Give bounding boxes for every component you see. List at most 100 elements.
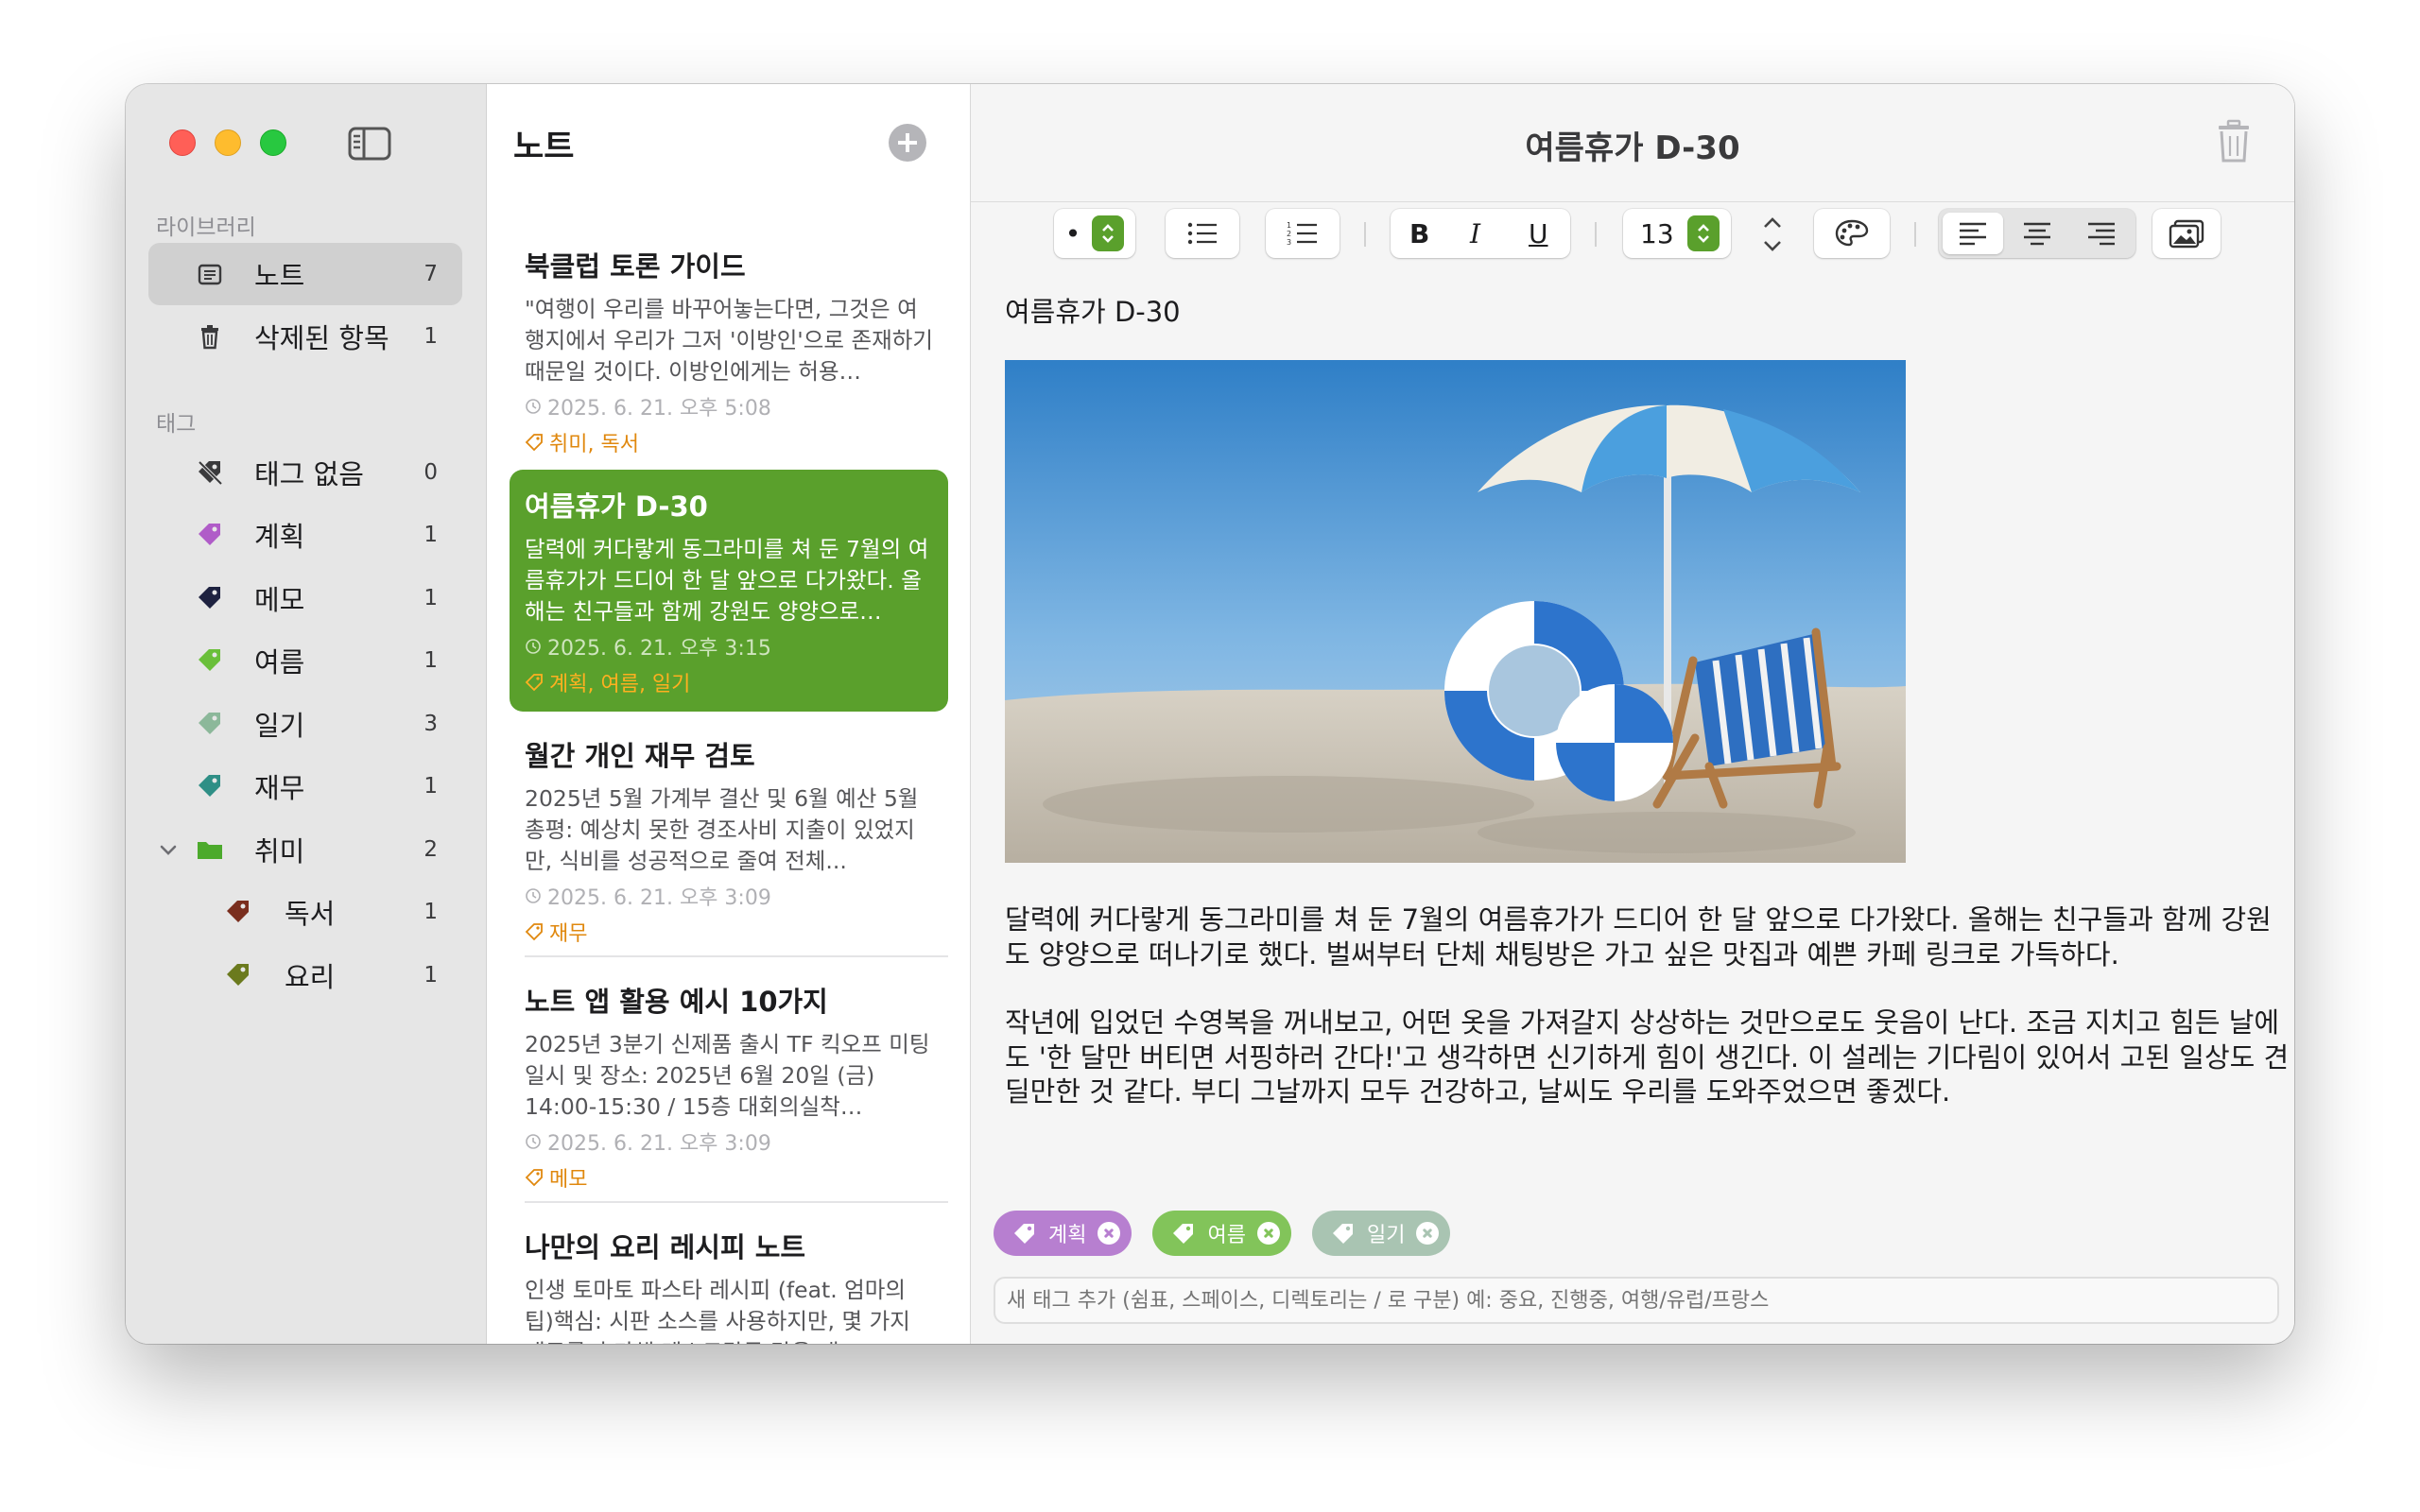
sidebar-item-tag-diary[interactable]: 일기 3 xyxy=(148,693,462,755)
chevron-down-icon[interactable] xyxy=(158,839,179,860)
note-tags-text: 계획, 여름, 일기 xyxy=(549,673,691,696)
beach-image[interactable] xyxy=(1005,360,1906,863)
note-list: 노트 북클럽 토론 가이드 "여행이 우리를 바꾸어놓는다면, 그것은 여행지에… xyxy=(487,84,971,1344)
sidebar-item-label: 독서 xyxy=(285,898,336,930)
sidebar-item-no-tag[interactable]: 태그 없음 0 xyxy=(148,441,462,504)
folder-icon xyxy=(198,842,222,859)
note-preview: "여행이 우리를 바꾸어놓는다면, 그것은 여행지에서 우리가 그저 '이방인'… xyxy=(525,296,933,385)
bullet-list-icon xyxy=(1187,222,1217,245)
note-item-active[interactable]: 여름휴가 D-30 달력에 커다랗게 동그라미를 쳐 둔 7월의 여름휴가가 드… xyxy=(510,470,948,712)
note-item[interactable]: 월간 개인 재무 검토 2025년 5월 가계부 결산 및 6월 예산 5월 총… xyxy=(510,719,948,947)
note-tags-text: 메모 xyxy=(549,1168,588,1192)
editor: 여름휴가 D-30 • 1 2 3 B I U 13 여름휴가 D-30 달력에… xyxy=(971,84,2294,1344)
sidebar-item-tag-reading[interactable]: 독서 1 xyxy=(148,881,462,943)
sidebar-item-notes[interactable]: 노트 7 xyxy=(148,243,462,305)
numbered-list-icon: 123 xyxy=(1287,221,1317,247)
window-controls xyxy=(169,129,286,156)
zoom-window-button[interactable] xyxy=(260,129,286,156)
numbered-list-button[interactable]: 123 xyxy=(1266,209,1340,258)
tag-chip-diary[interactable]: 일기 xyxy=(1311,1211,1451,1256)
sidebar-toggle-icon[interactable] xyxy=(347,126,392,162)
sidebar-item-tag-plan[interactable]: 계획 1 xyxy=(148,504,462,566)
toolbar-divider xyxy=(1595,222,1597,247)
tag-outline-icon xyxy=(525,434,543,452)
note-divider xyxy=(525,1201,948,1203)
tag-icon xyxy=(1173,1224,1194,1244)
toolbar-divider xyxy=(1364,222,1366,247)
close-window-button[interactable] xyxy=(169,129,196,156)
italic-button[interactable]: I xyxy=(1470,218,1480,249)
tag-chip-row: 계획 여름 일기 xyxy=(994,1211,1451,1256)
tag-chip-summer[interactable]: 여름 xyxy=(1152,1211,1291,1256)
bold-button[interactable]: B xyxy=(1409,218,1429,249)
remove-tag-icon[interactable] xyxy=(1256,1222,1280,1245)
document-body[interactable]: 달력에 커다랗게 동그라미를 쳐 둔 7월의 여름휴가가 드디어 한 달 앞으로… xyxy=(1005,902,2292,1143)
align-left-button[interactable] xyxy=(1943,213,2003,254)
sidebar-item-count: 1 xyxy=(424,324,438,349)
alignment-group xyxy=(1939,209,2135,258)
sidebar-item-tag-summer[interactable]: 여름 1 xyxy=(148,629,462,692)
sidebar-item-label: 삭제된 항목 xyxy=(254,322,389,354)
tag-icon xyxy=(227,901,249,922)
insert-image-button[interactable] xyxy=(2152,209,2221,258)
note-tags: 취미, 독서 xyxy=(525,427,933,457)
tag-icon xyxy=(199,713,220,734)
tag-chip-plan[interactable]: 계획 xyxy=(994,1211,1132,1256)
note-list-title: 노트 xyxy=(513,129,575,166)
note-title: 나만의 요리 레시피 노트 xyxy=(525,1231,806,1263)
tag-icon xyxy=(199,775,220,797)
editor-title: 여름휴가 D-30 xyxy=(1525,129,1740,167)
note-preview: 2025년 5월 가계부 결산 및 6월 예산 5월 총평: 예상치 못한 경조… xyxy=(525,785,919,874)
underline-button[interactable]: U xyxy=(1529,218,1548,249)
sidebar-item-label: 일기 xyxy=(254,710,305,742)
note-title: 노트 앱 활용 예시 10가지 xyxy=(525,986,828,1018)
clock-icon xyxy=(526,888,541,903)
tag-outline-icon xyxy=(525,674,543,692)
note-item[interactable]: 나만의 요리 레시피 노트 인생 토마토 파스타 레시피 (feat. 엄마의 … xyxy=(510,1211,948,1344)
note-date-text: 2025. 6. 21. 오후 3:09 xyxy=(547,886,771,910)
tag-chip-label: 일기 xyxy=(1366,1224,1406,1247)
note-tags: 계획, 여름, 일기 xyxy=(525,667,933,697)
sidebar-item-tag-memo[interactable]: 메모 1 xyxy=(148,567,462,629)
beach-scene-image xyxy=(1005,360,1906,863)
tag-icon xyxy=(199,587,220,609)
note-date-text: 2025. 6. 21. 오후 3:15 xyxy=(547,637,771,661)
font-size-select[interactable]: 13 xyxy=(1623,209,1731,258)
new-tag-input[interactable] xyxy=(994,1277,2279,1324)
add-note-button[interactable] xyxy=(889,124,926,162)
clock-icon xyxy=(526,639,541,654)
sidebar-item-count: 3 xyxy=(424,712,438,736)
text-color-button[interactable] xyxy=(1814,209,1890,258)
sidebar-item-count: 7 xyxy=(424,262,438,286)
editor-header: 여름휴가 D-30 xyxy=(971,84,2294,202)
align-right-button[interactable] xyxy=(2071,213,2132,254)
bullet-list-button[interactable] xyxy=(1166,209,1239,258)
sidebar-item-label: 메모 xyxy=(254,584,305,616)
align-center-button[interactable] xyxy=(2007,213,2067,254)
sidebar-item-tag-hobby[interactable]: 취미 2 xyxy=(148,818,462,881)
tag-icon xyxy=(1014,1224,1034,1244)
note-preview: 인생 토마토 파스타 레시피 (feat. 엄마의 팁)핵심: 시판 소스를 사… xyxy=(525,1277,910,1344)
stepper-icon xyxy=(1686,215,1720,251)
sidebar-item-tag-cooking[interactable]: 요리 1 xyxy=(148,944,462,1006)
sidebar-item-label: 요리 xyxy=(285,961,336,993)
align-right-icon xyxy=(2088,222,2115,246)
note-date-text: 2025. 6. 21. 오후 3:09 xyxy=(547,1132,771,1156)
sidebar-item-label: 계획 xyxy=(254,521,305,553)
library-section-label: 라이브러리 xyxy=(156,215,256,240)
sidebar-item-deleted[interactable]: 삭제된 항목 1 xyxy=(148,305,462,368)
note-item[interactable]: 노트 앱 활용 예시 10가지 2025년 3분기 신제품 출시 TF 킥오프 … xyxy=(510,965,948,1193)
document-heading: 여름휴가 D-30 xyxy=(1005,296,1181,328)
remove-tag-icon[interactable] xyxy=(1098,1222,1121,1245)
trash-icon xyxy=(201,325,218,350)
remove-tag-icon[interactable] xyxy=(1416,1222,1440,1245)
font-size-stepper-icon[interactable] xyxy=(1759,213,1786,256)
bullet-style-select[interactable]: • xyxy=(1054,209,1135,258)
minimize-window-button[interactable] xyxy=(215,129,241,156)
app-window: 라이브러리 노트 7 삭제된 항목 1 태그 태그 없음 0 계획 1 메모 1… xyxy=(126,84,2294,1344)
delete-note-icon[interactable] xyxy=(2213,118,2255,163)
toolbar-divider xyxy=(1914,222,1916,247)
font-size-value: 13 xyxy=(1640,217,1674,249)
sidebar-item-tag-finance[interactable]: 재무 1 xyxy=(148,755,462,817)
note-item[interactable]: 북클럽 토론 가이드 "여행이 우리를 바꾸어놓는다면, 그것은 여행지에서 우… xyxy=(510,230,948,457)
